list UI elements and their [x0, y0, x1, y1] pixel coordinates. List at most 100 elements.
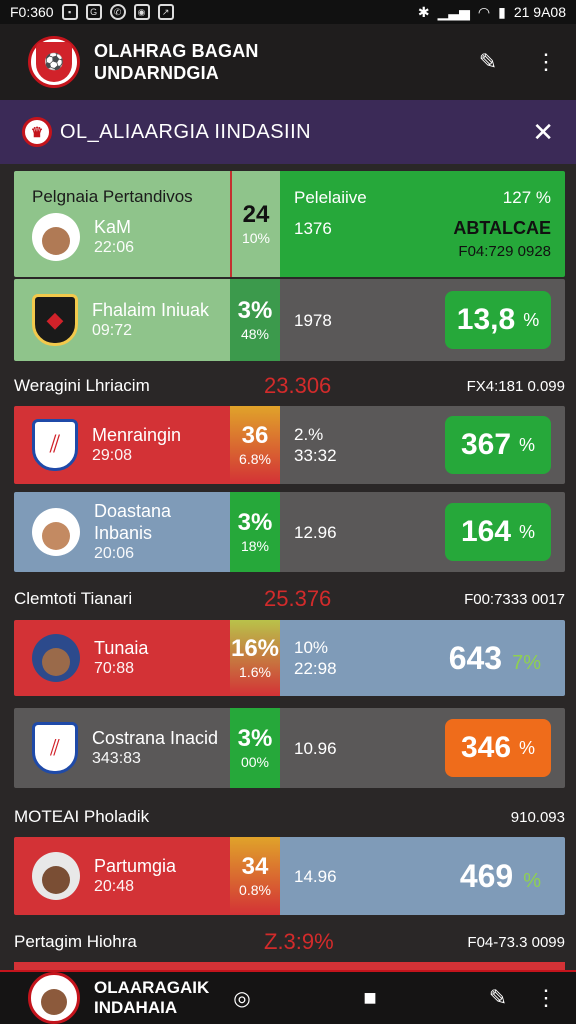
- section-header: Pertagim Hiohra Z.3:9% F04-73.3 0099: [14, 928, 565, 956]
- pill-unit: %: [523, 309, 540, 330]
- pill-unit: %: [519, 737, 536, 758]
- pill-unit: %: [519, 434, 536, 455]
- team-name: Tunaia: [94, 638, 149, 658]
- share-icon: ↗: [157, 4, 174, 20]
- close-icon[interactable]: ✕: [532, 117, 554, 148]
- wifi-icon: ◠: [477, 3, 491, 20]
- stat-label: Pelelaiive: [294, 188, 367, 207]
- score-percent: 6.8%: [239, 451, 271, 467]
- app-title-line2: UNDARNDGIA: [94, 63, 219, 83]
- app-bar: ⚽ OLAHRAG BAGAN UNDARNDGIA ✎ ⋮: [0, 24, 576, 100]
- edit-icon[interactable]: ✎: [474, 48, 502, 76]
- section-score: 23.306: [264, 373, 332, 398]
- battery-icon: ▮: [498, 3, 506, 20]
- status-time: F0:360: [10, 4, 54, 20]
- section-header: Weragini Lhriacim 23.306 FX4:181 0.099: [14, 372, 565, 400]
- match-score: 36: [241, 422, 269, 449]
- player-avatar: [32, 508, 80, 556]
- match-row[interactable]: Partumgia 20:48 34 0.8% 14.96 469 %: [14, 837, 565, 915]
- league-badge-icon: ♛: [22, 117, 52, 147]
- section-code: FX4:181 0.099: [466, 377, 565, 395]
- match-row[interactable]: Doastana Inbanis 20:06 3% 18% 12.96 164 …: [14, 492, 565, 572]
- percent-pill: 367 %: [445, 416, 551, 474]
- stat-time: 33:32: [294, 446, 337, 465]
- section-title: Pertagim Hiohra: [14, 932, 137, 951]
- team-crest-icon: ⫽: [32, 419, 78, 471]
- section-code: 910.093: [510, 808, 565, 826]
- stat-value: 2.%: [294, 425, 324, 444]
- pill-value: 164: [460, 515, 512, 548]
- stat-time: 22:98: [294, 659, 337, 678]
- league-banner: ♛ OL_ALIAARGIA IINDASIIN ✕: [0, 100, 576, 164]
- match-row[interactable]: Tunaia 70:88 16% 1.6% 10% 22:98 643 7%: [14, 620, 565, 696]
- stat-value: 10.96: [294, 738, 337, 758]
- bottom-bar: OLAARAGAIK INDAHAIA ◎ ■ ✎ ⋮: [0, 970, 576, 1024]
- match-score: 3%: [237, 509, 273, 536]
- section-header: Clemtoti Tianari 25.376 F00:7333 0017: [14, 585, 565, 613]
- home-circle-icon[interactable]: ◎: [228, 984, 256, 1012]
- phone-icon: ✆: [109, 4, 126, 20]
- stat-value: 1376: [294, 219, 332, 238]
- stat-percent: 127 %: [502, 188, 551, 207]
- match-row[interactable]: Pelgnaia Pertandivos KaM 22:06 24 10% Pe…: [14, 171, 565, 277]
- match-row[interactable]: ⫽ Costrana Inacid 343:83 3% 00% 10.96 34…: [14, 708, 565, 788]
- pill-value: 13,8: [456, 303, 516, 336]
- pill-value: 346: [460, 731, 512, 764]
- stat-code: F04:729 0928: [458, 243, 551, 260]
- match-row[interactable]: ⫽ Menraingin 29:08 36 6.8% 2.% 33:32 367…: [14, 406, 565, 484]
- match-row[interactable]: ◆ Fhalaim Iniuak 09:72 3% 48% 1978 13,8 …: [14, 279, 565, 361]
- pill-value: 367: [460, 428, 512, 461]
- camera-icon: ◉: [133, 4, 150, 20]
- pill-unit: %: [519, 521, 536, 542]
- team-crest-icon: ⫽: [32, 722, 78, 774]
- score-percent: 1.6%: [239, 664, 271, 680]
- section-code: F04-73.3 0099: [467, 933, 565, 951]
- status-bar: F0:360 ▪ G ✆ ◉ ↗ ✱ ▁▃▅ ◠ ▮ 21 9A08: [0, 0, 576, 24]
- square-icon[interactable]: ■: [356, 984, 384, 1012]
- stat-title: ABTALCAE: [453, 218, 551, 238]
- score-percent: 00%: [240, 754, 270, 770]
- section-title: MOTEAI Pholadik: [14, 807, 150, 826]
- stat-value: 12.96: [294, 522, 337, 542]
- team-name: Doastana Inbanis: [94, 501, 172, 543]
- match-score: 24: [242, 201, 270, 228]
- team-name: Partumgia: [94, 856, 177, 876]
- section-header: MOTEAI Pholadik 910.093: [14, 803, 565, 831]
- profile-avatar[interactable]: [28, 972, 80, 1024]
- stat-value: 14.96: [294, 866, 337, 886]
- team-name: Menraingin: [92, 425, 182, 445]
- more-vert-icon[interactable]: ⋮: [532, 984, 560, 1012]
- section-score: Z.3:9%: [264, 929, 334, 954]
- score-percent: 0.8%: [239, 882, 271, 898]
- team-name: KaM: [94, 217, 132, 237]
- partial-row: [14, 962, 565, 970]
- app-title-line1: OLAHRAG BAGAN: [94, 41, 259, 61]
- match-score: 34: [241, 853, 269, 880]
- score-percent: 18%: [240, 538, 270, 554]
- score-percent: 48%: [240, 326, 270, 342]
- score-percent: 10%: [241, 230, 271, 246]
- club-logo-icon[interactable]: ⚽: [28, 36, 80, 88]
- more-vert-icon[interactable]: ⋮: [532, 48, 560, 76]
- signal-icon: ▁▃▅: [437, 3, 470, 20]
- bottom-title-line2: INDAHAIA: [94, 998, 178, 1017]
- team-crest-icon: ◆: [32, 294, 78, 346]
- match-time: 22:06: [94, 239, 135, 256]
- section-code: F00:7333 0017: [464, 590, 565, 608]
- edit-icon[interactable]: ✎: [484, 984, 512, 1012]
- player-avatar: [32, 634, 80, 682]
- image-icon: ▪: [61, 4, 78, 20]
- section-title: Clemtoti Tianari: [14, 589, 133, 608]
- row-header-label: Pelgnaia Pertandivos: [32, 187, 193, 206]
- team-name: Costrana Inacid: [92, 728, 219, 748]
- percent-pill: 346 %: [445, 719, 551, 777]
- team-name: Fhalaim Iniuak: [92, 300, 210, 320]
- match-time: 20:48: [94, 878, 135, 895]
- status-right-text: 21 9A08: [513, 4, 566, 20]
- match-time: 09:72: [92, 322, 133, 339]
- stat-value: 1978: [294, 310, 332, 330]
- bluetooth-icon: ✱: [417, 3, 430, 20]
- big-value: 643: [448, 639, 503, 676]
- section-title: Weragini Lhriacim: [14, 376, 150, 395]
- app-title: OLAHRAG BAGAN UNDARNDGIA: [94, 40, 259, 84]
